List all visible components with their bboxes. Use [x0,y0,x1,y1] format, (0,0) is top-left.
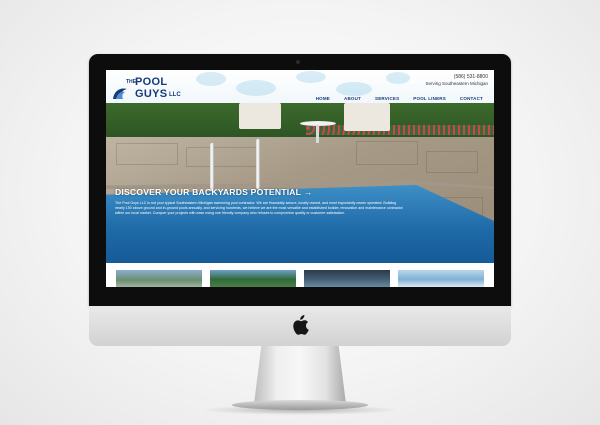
nav-about[interactable]: ABOUT [337,96,368,101]
logo-text-pool: POOL [135,76,168,88]
flower-bed [306,125,494,135]
thumbnail-strip [106,263,494,287]
water-splash [336,82,372,96]
pool-ladder-rail [210,143,214,191]
thumbnail-4[interactable] [398,270,484,287]
deck-tile [426,151,478,173]
deck-tile [186,147,258,167]
wave-icon [113,88,127,99]
hero-banner: DISCOVER YOUR BACKYARDS POTENTIAL → The … [106,103,494,263]
nav-services[interactable]: SERVICES [368,96,406,101]
imac-chin [89,306,511,346]
lounge-chair [344,103,390,131]
thumbnail-2[interactable] [210,270,296,287]
apple-logo-icon [293,315,309,335]
water-splash [386,72,410,84]
deck-tile [116,143,178,165]
imac-stand-base [232,400,368,410]
thumbnail-3[interactable] [304,270,390,287]
nav-home[interactable]: HOME [309,96,337,101]
patio-table-leg [316,125,319,143]
site-header: THE POOL GUYS LLC (586) 531-8800 Serving… [106,70,494,103]
lounge-chair [239,103,281,129]
logo-text-guys: GUYS [135,88,168,100]
nav-contact[interactable]: CONTACT [453,96,490,101]
deck-tile [356,141,418,165]
water-splash [296,71,326,83]
nav-pool-liners[interactable]: POOL LINERS [406,96,453,101]
water-splash [196,72,226,86]
site-logo[interactable]: THE POOL GUYS LLC [112,76,182,104]
main-nav: HOME ABOUT SERVICES POOL LINERS CONTACT [309,96,490,101]
imac-stand [254,346,346,404]
pool-ladder-rail [256,139,260,189]
phone-number[interactable]: (586) 531-8800 [454,74,488,80]
camera [296,60,300,64]
thumbnail-1[interactable] [116,270,202,287]
water-splash [236,80,276,96]
service-area-text: Serving Southeastern Michigan [425,81,488,86]
logo-text-llc: LLC [169,92,181,98]
website-screen: THE POOL GUYS LLC (586) 531-8800 Serving… [106,70,494,287]
hero-description: The Pool Guys LLC is not your typical So… [115,201,403,216]
hero-headline[interactable]: DISCOVER YOUR BACKYARDS POTENTIAL → [115,187,312,197]
